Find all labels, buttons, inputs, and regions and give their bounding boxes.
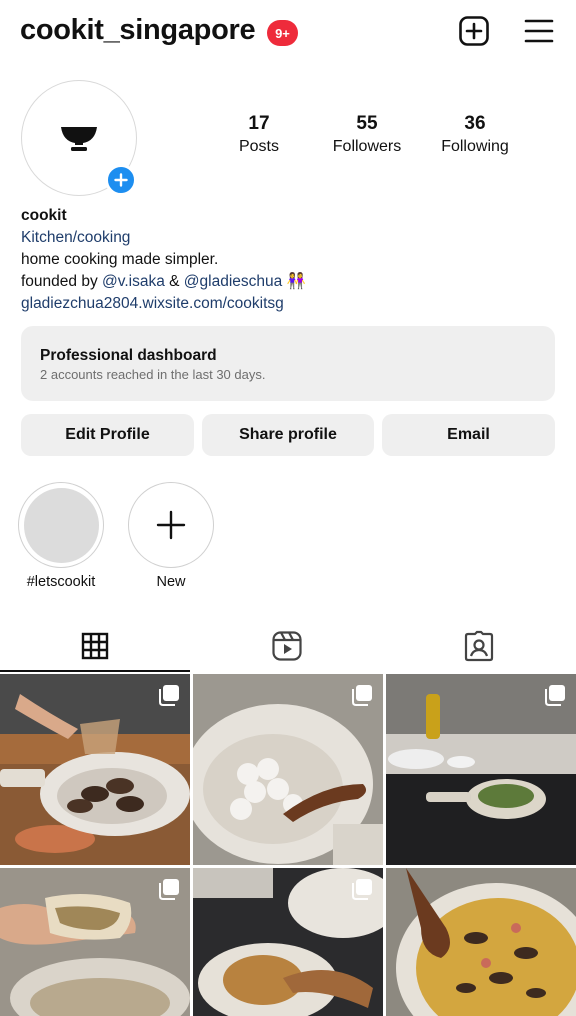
tab-posts-grid[interactable] [0,620,190,672]
mention-link[interactable]: @gladieschua [184,273,282,290]
following-label: Following [441,138,509,155]
new-highlight-circle [128,482,214,568]
add-story-button[interactable] [105,164,137,196]
create-post-button[interactable] [457,14,491,48]
tab-reels[interactable] [192,620,382,672]
highlight-label: #letscookit [26,574,96,590]
hamburger-menu-icon [524,19,554,43]
carousel-icon [352,879,372,900]
followers-stat[interactable]: 55 Followers [307,112,427,158]
professional-dashboard[interactable]: Professional dashboard 2 accounts reache… [21,326,555,401]
post-thumbnail[interactable] [193,868,383,1016]
dashboard-subtitle: 2 accounts reached in the last 30 days. [40,367,266,382]
display-name: cookit [21,207,67,224]
tab-tagged[interactable] [384,620,574,672]
tagged-icon [464,630,494,662]
highlight-label: New [156,574,186,590]
post-thumbnail[interactable] [386,868,576,1016]
posts-grid [0,674,576,1016]
grid-icon [81,632,109,660]
carousel-icon [352,685,372,706]
edit-profile-button[interactable]: Edit Profile [21,414,194,456]
following-count: 36 [464,113,486,134]
founders-separator: & [164,273,184,290]
website-link[interactable]: gladiezchua2804.wixsite.com/cookitsg [21,293,551,315]
followers-count: 55 [356,113,378,134]
mention-link[interactable]: @v.isaka [102,273,165,290]
post-thumbnail[interactable] [0,674,190,865]
new-highlight-button[interactable]: New [128,482,214,590]
carousel-icon [159,879,179,900]
category-label[interactable]: Kitchen/cooking [21,227,551,249]
email-button[interactable]: Email [382,414,555,456]
share-profile-button[interactable]: Share profile [202,414,374,456]
post-thumbnail[interactable] [193,674,383,865]
posts-count: 17 [248,113,270,134]
posts-label: Posts [238,138,279,155]
post-thumbnail[interactable] [386,674,576,865]
post-thumbnail[interactable] [0,868,190,1016]
bio-line: home cooking made simpler. [21,251,219,268]
carousel-icon [545,685,565,706]
plus-square-icon [459,16,489,46]
notification-badge[interactable]: 9+ [267,20,298,46]
plus-icon [156,510,186,540]
menu-button[interactable] [522,14,556,48]
active-tab-indicator [0,670,190,672]
emoji: 👭 [286,273,306,290]
carousel-icon [159,685,179,706]
following-stat[interactable]: 36 Following [415,112,535,158]
dashboard-title: Professional dashboard [40,347,217,364]
posts-stat[interactable]: 17 Posts [199,112,319,158]
content-tabs [0,620,576,672]
top-bar: cookit_singapore 9+ [0,0,576,66]
plus-icon [114,173,128,187]
founders-line: founded by @v.isaka & @gladieschua 👭 [21,271,551,293]
followers-label: Followers [332,138,402,155]
profile-bio: cookit Kitchen/cooking home cooking made… [21,205,551,315]
story-highlight[interactable]: #letscookit [18,482,104,590]
bowl-logo-icon [61,127,97,151]
post-image [386,868,576,1016]
highlight-cover [18,482,104,568]
reels-icon [272,631,302,661]
founders-prefix: founded by [21,273,103,290]
profile-username[interactable]: cookit_singapore [20,14,256,47]
